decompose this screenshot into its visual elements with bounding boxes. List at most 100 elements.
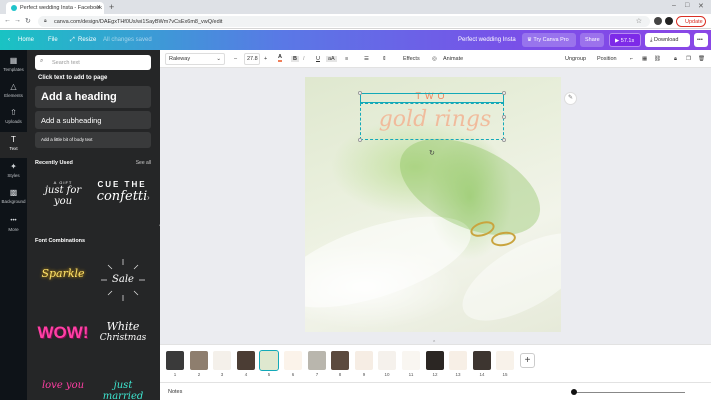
present-button[interactable]: ▶ 57.1s	[609, 33, 641, 47]
zoom-slider-handle[interactable]	[571, 389, 577, 395]
bookmark-star-icon[interactable]: ☆	[636, 17, 642, 25]
page-thumbnail[interactable]	[496, 351, 514, 370]
font-size-field[interactable]: 27.8	[244, 53, 260, 65]
combo-white-christmas[interactable]: White Christmas	[95, 320, 151, 360]
paint-roller-icon[interactable]: ⌐	[630, 56, 633, 62]
browser-tab[interactable]: Perfect wedding Insta - Facebook ✕	[6, 2, 104, 14]
carousel-next-icon[interactable]: ›	[147, 193, 150, 202]
share-button[interactable]: Share	[580, 33, 604, 47]
increase-font-size-button[interactable]: +	[264, 56, 267, 62]
rail-item-styles[interactable]: ✦ Styles	[0, 160, 27, 184]
rail-label-uploads: Uploads	[5, 119, 22, 124]
page-thumbnail[interactable]	[284, 351, 302, 370]
search-text-input[interactable]: ⌕ Search text	[35, 55, 151, 70]
add-body-text-button[interactable]: Add a little bit of body text	[35, 132, 151, 148]
resize-handle[interactable]	[502, 138, 506, 142]
rail-item-text[interactable]: T Text	[0, 132, 27, 158]
see-all-link[interactable]: See all	[136, 160, 151, 166]
page-thumbnail-current[interactable]	[259, 350, 279, 371]
zoom-slider-track[interactable]	[575, 392, 685, 393]
close-tab-icon[interactable]: ✕	[96, 4, 101, 11]
italic-button[interactable]: I	[303, 56, 305, 62]
update-button[interactable]: Update	[676, 16, 706, 27]
add-heading-button[interactable]: Add a heading	[35, 86, 151, 108]
url-field[interactable]: 🔒︎ canva.com/design/DAEgxTHf0Us/wi1SayBW…	[38, 16, 650, 27]
page-thumbnail[interactable]	[355, 351, 373, 370]
rotate-handle-icon[interactable]: ↻	[429, 149, 435, 157]
page-thumbnail[interactable]	[237, 351, 255, 370]
back-icon[interactable]: ←	[4, 17, 11, 24]
resize-handle[interactable]	[502, 115, 506, 119]
page-thumbnail[interactable]	[166, 351, 184, 370]
ungroup-button[interactable]: Ungroup	[565, 56, 586, 62]
page-thumbnail[interactable]	[449, 351, 467, 370]
close-window-icon[interactable]: ✕	[698, 2, 704, 10]
add-comment-icon[interactable]: ✎	[564, 92, 577, 105]
underline-button[interactable]: U	[316, 56, 320, 62]
page-thumbnail[interactable]	[426, 351, 444, 370]
align-center-icon[interactable]: ≡	[345, 56, 348, 62]
add-subheading-button[interactable]: Add a subheading	[35, 111, 151, 129]
home-link[interactable]: Home	[18, 37, 34, 43]
bold-button[interactable]: B	[291, 56, 299, 62]
reload-icon[interactable]: ↻	[25, 17, 31, 25]
back-chevron-icon[interactable]: ‹	[8, 37, 10, 43]
combo-sale[interactable]: Sale	[95, 255, 151, 305]
combo-love-you[interactable]: love you	[35, 380, 91, 400]
download-button[interactable]: ⤓ Download	[645, 33, 690, 47]
page-thumbnail[interactable]	[402, 351, 420, 370]
page-thumbnail[interactable]	[308, 351, 326, 370]
combo-wow[interactable]: WOW!	[35, 320, 91, 360]
duplicate-icon[interactable]: ❐	[686, 56, 691, 62]
transparency-icon[interactable]: ▦	[642, 56, 647, 62]
recent-text-just-for-you[interactable]: A GIFT just for you	[35, 180, 91, 220]
rail-item-background[interactable]: ▩ Background	[0, 186, 27, 210]
letter-case-button[interactable]: aA	[326, 56, 337, 62]
extension-icon[interactable]	[654, 17, 662, 25]
page-thumbnail[interactable]	[190, 351, 208, 370]
decrease-font-size-button[interactable]: –	[234, 56, 237, 62]
effects-button[interactable]: Effects	[403, 56, 420, 62]
resize-handle[interactable]	[358, 91, 362, 95]
try-canva-pro-button[interactable]: ♛ Try Canva Pro	[522, 33, 576, 47]
new-tab-button[interactable]: +	[109, 2, 114, 12]
editor-toolbar: Raleway ⌄ – 27.8 + A B I U aA ≡ ☰ ⇕ Effe…	[160, 50, 711, 68]
font-combinations-label: Font Combinations	[35, 238, 86, 244]
file-menu[interactable]: File	[48, 37, 58, 43]
page-thumbnail[interactable]	[378, 351, 396, 370]
lock-element-icon[interactable]: 🔒︎	[674, 56, 677, 63]
add-page-button[interactable]: +	[520, 353, 535, 368]
resize-handle[interactable]	[358, 138, 362, 142]
more-options-button[interactable]: •••	[694, 33, 708, 47]
spacing-icon[interactable]: ⇕	[382, 56, 387, 62]
font-family-value: Raleway	[169, 56, 191, 62]
combo-sparkle[interactable]: Sparkle	[35, 255, 91, 300]
page-thumbnail[interactable]	[213, 351, 231, 370]
page-number: 2	[197, 372, 201, 377]
maximize-icon[interactable]: □	[685, 2, 689, 9]
list-icon[interactable]: ☰	[364, 56, 369, 62]
design-page[interactable]: TWO gold rings ↻	[305, 77, 561, 332]
animate-button[interactable]: Animate	[443, 56, 463, 62]
position-button[interactable]: Position	[597, 56, 617, 62]
rail-item-more[interactable]: ••• More	[0, 214, 27, 238]
design-title[interactable]: Perfect wedding Insta	[458, 37, 516, 43]
rail-item-elements[interactable]: △ Elements	[0, 80, 27, 104]
link-icon[interactable]: ⛓	[654, 56, 661, 62]
resize-handle[interactable]	[502, 91, 506, 95]
page-thumbnail[interactable]	[331, 351, 349, 370]
recent-text-cue-the-confetti[interactable]: CUE THE confetti	[93, 180, 151, 220]
rail-item-uploads[interactable]: ⇧ Uploads	[0, 106, 27, 130]
text-color-icon[interactable]: A	[278, 54, 282, 62]
forward-icon[interactable]: →	[14, 17, 21, 24]
rail-item-templates[interactable]: ▦ Templates	[0, 54, 27, 78]
resize-button[interactable]: Resize	[78, 37, 96, 43]
notes-button[interactable]: Notes	[168, 389, 182, 395]
combo-just-married[interactable]: just married	[95, 380, 151, 400]
page-thumbnail[interactable]	[473, 351, 491, 370]
profile-icon[interactable]	[665, 17, 673, 25]
delete-icon[interactable]: 🗑︎	[698, 56, 705, 62]
font-family-dropdown[interactable]: Raleway ⌄	[165, 53, 225, 65]
minimize-icon[interactable]: –	[672, 2, 676, 9]
page-number: 15	[502, 372, 508, 377]
